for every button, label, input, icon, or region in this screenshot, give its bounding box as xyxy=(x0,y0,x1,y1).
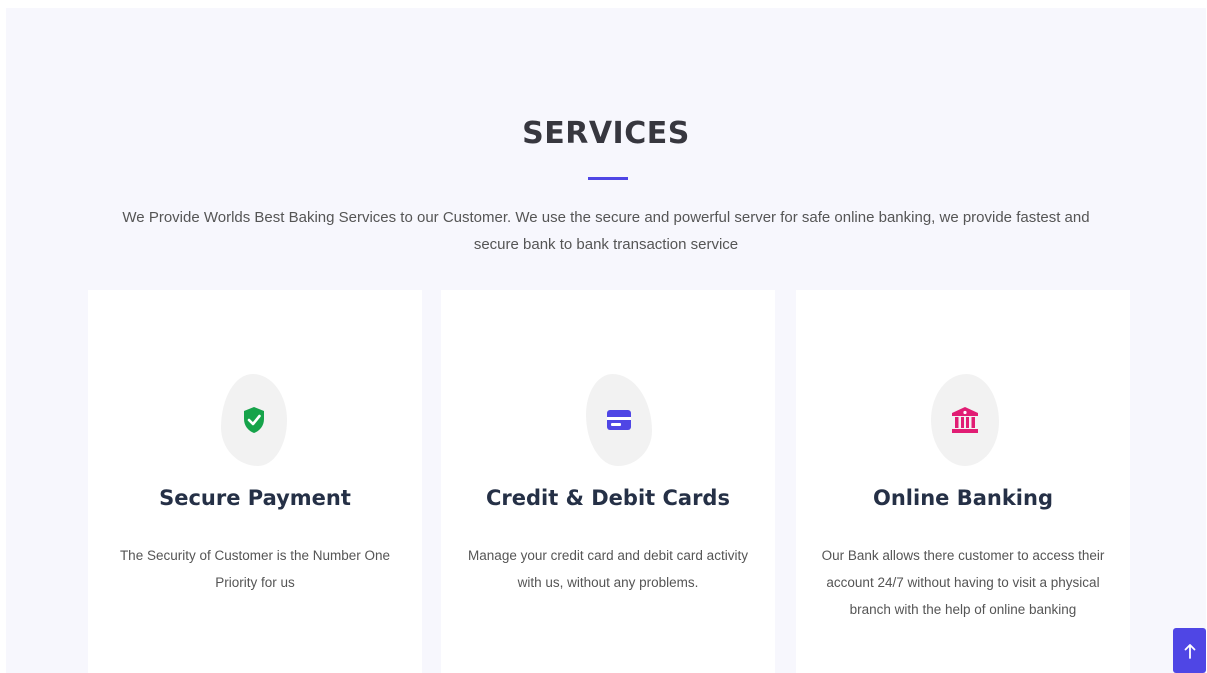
back-to-top-button[interactable] xyxy=(1173,628,1206,673)
credit-card-icon xyxy=(607,410,631,430)
service-text: The Security of Customer is the Number O… xyxy=(119,548,391,590)
arrow-up-icon xyxy=(1184,643,1195,659)
icon-blob xyxy=(931,374,999,466)
title-underline xyxy=(588,177,628,180)
service-card-credit-debit-cards: Credit & Debit Cards Manage your credit … xyxy=(441,290,775,673)
section-description: We Provide Worlds Best Baking Services t… xyxy=(122,209,1090,253)
service-text: Our Bank allows there customer to access… xyxy=(821,548,1105,617)
icon-blob xyxy=(586,374,652,466)
bank-icon xyxy=(952,407,978,433)
services-section: SERVICES We Provide Worlds Best Baking S… xyxy=(6,8,1206,673)
service-card-online-banking: Online Banking Our Bank allows there cus… xyxy=(796,290,1130,673)
service-title: Secure Payment xyxy=(159,486,351,510)
service-title: Online Banking xyxy=(873,486,1053,510)
service-card-secure-payment: Secure Payment The Security of Customer … xyxy=(88,290,422,673)
service-title: Credit & Debit Cards xyxy=(486,486,730,510)
shield-check-icon xyxy=(244,407,264,433)
section-title: SERVICES xyxy=(522,116,690,151)
icon-blob xyxy=(221,374,287,466)
service-text: Manage your credit card and debit card a… xyxy=(468,548,748,590)
